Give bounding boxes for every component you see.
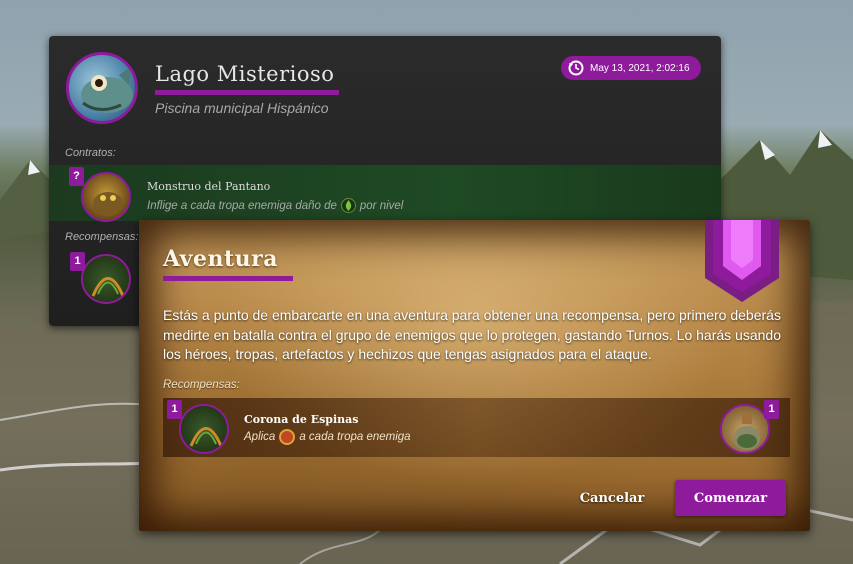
timestamp-text: May 13, 2021, 2:02:16 — [590, 62, 690, 74]
swamp-monster-icon[interactable] — [81, 172, 131, 222]
reward-desc-after: a cada tropa enemiga — [299, 431, 411, 443]
refresh-clock-icon — [568, 60, 584, 76]
reward-count-badge: 1 — [167, 400, 182, 419]
dialog-rewards-label: Recompensas: — [163, 379, 240, 391]
timestamp-badge: May 13, 2021, 2:02:16 — [561, 56, 701, 80]
start-button[interactable]: Comenzar — [675, 480, 786, 516]
title-underline — [155, 90, 339, 95]
contract-desc-after: por nivel — [359, 199, 404, 212]
contract-description: Inflige a cada tropa enemiga daño de por… — [147, 198, 403, 213]
fish-icon — [66, 52, 138, 124]
dialog-body: Estás a punto de embarcarte en una avent… — [163, 307, 781, 362]
reward-count-badge: 1 — [70, 252, 85, 271]
banner-icon — [705, 220, 779, 302]
contract-desc-before: Inflige a cada tropa enemiga daño de — [147, 199, 337, 212]
dialog-title: Aventura — [163, 246, 278, 272]
location-title: Lago Misterioso — [155, 62, 335, 86]
item-count-badge: 1 — [764, 400, 779, 419]
reward-row[interactable] — [163, 398, 790, 457]
unknown-badge: ? — [69, 167, 84, 186]
location-subtitle: Piscina municipal Hispánico — [155, 100, 329, 116]
adventure-dialog: Aventura Estás a punto de embarcarte en … — [139, 220, 810, 531]
poison-drop-icon — [340, 198, 356, 213]
cancel-button[interactable]: Cancelar — [570, 486, 654, 510]
thorn-crown-icon[interactable] — [179, 404, 229, 454]
dialog-title-underline — [163, 276, 293, 281]
rewards-label: Recompensas: — [65, 231, 139, 243]
reward-desc-before: Aplica — [244, 431, 276, 443]
potion-flask-icon[interactable] — [720, 404, 770, 454]
thorns-status-icon — [279, 429, 296, 445]
reward-description: Aplica a cada tropa enemiga — [244, 429, 411, 445]
reward-name: Corona de Espinas — [244, 413, 359, 426]
contract-name: Monstruo del Pantano — [147, 180, 271, 193]
thorn-crown-icon[interactable] — [81, 254, 131, 304]
contracts-label: Contratos: — [65, 147, 116, 159]
